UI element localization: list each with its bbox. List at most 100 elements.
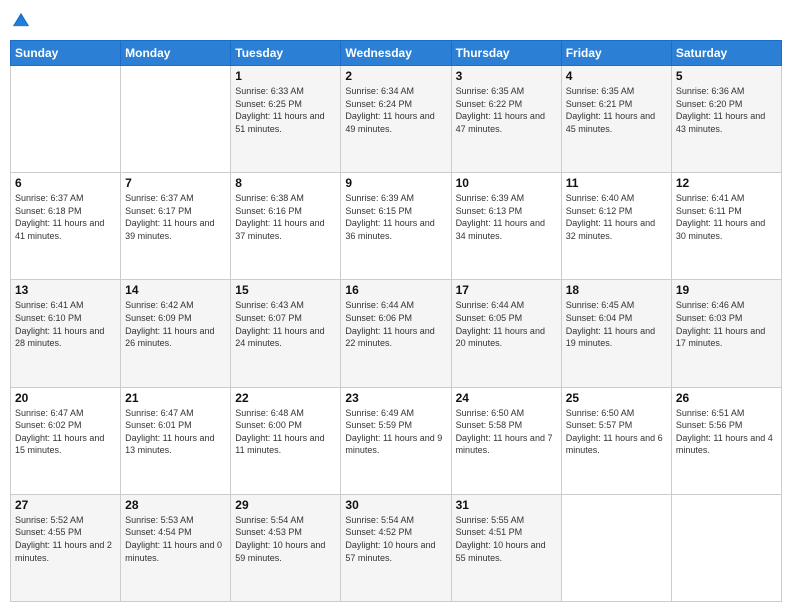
calendar-cell: 2Sunrise: 6:34 AM Sunset: 6:24 PM Daylig… <box>341 66 451 173</box>
day-info: Sunrise: 6:41 AM Sunset: 6:11 PM Dayligh… <box>676 192 777 242</box>
week-row-1: 1Sunrise: 6:33 AM Sunset: 6:25 PM Daylig… <box>11 66 782 173</box>
calendar-cell: 15 Sunrise: 6:43 AM Sunset: 6:07 PM Dayli… <box>231 280 341 387</box>
day-number: 25 <box>566 391 667 405</box>
day-number: 28 <box>125 498 226 512</box>
calendar-cell: 14Sunrise: 6:42 AM Sunset: 6:09 PM Dayli… <box>121 280 231 387</box>
weekday-header-tuesday: Tuesday <box>231 41 341 66</box>
day-number: 18 <box>566 283 667 297</box>
day-number: 6 <box>15 176 116 190</box>
day-info: Sunrise: 6:47 AM Sunset: 6:02 PM Dayligh… <box>15 407 116 457</box>
weekday-header-monday: Monday <box>121 41 231 66</box>
day-info: Sunrise: 5:54 AM Sunset: 4:53 PM Dayligh… <box>235 514 336 564</box>
day-info: Sunrise: 6:35 AM Sunset: 6:21 PM Dayligh… <box>566 85 667 135</box>
day-info: Sunrise: 5:55 AM Sunset: 4:51 PM Dayligh… <box>456 514 557 564</box>
weekday-header-thursday: Thursday <box>451 41 561 66</box>
day-info: Sunrise: 6:39 AM Sunset: 6:15 PM Dayligh… <box>345 192 446 242</box>
calendar-cell: 29 Sunrise: 5:54 AM Sunset: 4:53 PM Dayli… <box>231 494 341 601</box>
calendar-table: SundayMondayTuesdayWednesdayThursdayFrid… <box>10 40 782 602</box>
day-number: 7 <box>125 176 226 190</box>
day-info: Sunrise: 5:54 AM Sunset: 4:52 PM Dayligh… <box>345 514 446 564</box>
calendar-cell: 31 Sunrise: 5:55 AM Sunset: 4:51 PM Dayli… <box>451 494 561 601</box>
calendar-cell: 26 Sunrise: 6:51 AM Sunset: 5:56 PM Dayli… <box>671 387 781 494</box>
calendar-cell: 16Sunrise: 6:44 AM Sunset: 6:06 PM Dayli… <box>341 280 451 387</box>
calendar-cell: 7Sunrise: 6:37 AM Sunset: 6:17 PM Daylig… <box>121 173 231 280</box>
day-number: 23 <box>345 391 446 405</box>
day-info: Sunrise: 6:47 AM Sunset: 6:01 PM Dayligh… <box>125 407 226 457</box>
day-number: 5 <box>676 69 777 83</box>
day-number: 17 <box>456 283 557 297</box>
calendar-cell: 1Sunrise: 6:33 AM Sunset: 6:25 PM Daylig… <box>231 66 341 173</box>
week-row-3: 13 Sunrise: 6:41 AM Sunset: 6:10 PM Dayli… <box>11 280 782 387</box>
day-number: 1 <box>235 69 336 83</box>
week-row-2: 6 Sunrise: 6:37 AM Sunset: 6:18 PM Daylig… <box>11 173 782 280</box>
weekday-header-sunday: Sunday <box>11 41 121 66</box>
day-info: Sunrise: 6:41 AM Sunset: 6:10 PM Dayligh… <box>15 299 116 349</box>
calendar-cell: 19Sunrise: 6:46 AM Sunset: 6:03 PM Dayli… <box>671 280 781 387</box>
calendar-cell: 20 Sunrise: 6:47 AM Sunset: 6:02 PM Dayli… <box>11 387 121 494</box>
day-number: 12 <box>676 176 777 190</box>
calendar-cell: 17Sunrise: 6:44 AM Sunset: 6:05 PM Dayli… <box>451 280 561 387</box>
day-number: 31 <box>456 498 557 512</box>
calendar-cell <box>561 494 671 601</box>
day-number: 30 <box>345 498 446 512</box>
day-info: Sunrise: 5:52 AM Sunset: 4:55 PM Dayligh… <box>15 514 116 564</box>
day-info: Sunrise: 6:50 AM Sunset: 5:57 PM Dayligh… <box>566 407 667 457</box>
day-info: Sunrise: 6:43 AM Sunset: 6:07 PM Dayligh… <box>235 299 336 349</box>
calendar-cell <box>11 66 121 173</box>
calendar-cell: 22 Sunrise: 6:48 AM Sunset: 6:00 PM Dayli… <box>231 387 341 494</box>
calendar-cell: 13 Sunrise: 6:41 AM Sunset: 6:10 PM Dayli… <box>11 280 121 387</box>
day-number: 22 <box>235 391 336 405</box>
day-info: Sunrise: 6:49 AM Sunset: 5:59 PM Dayligh… <box>345 407 446 457</box>
weekday-header-row: SundayMondayTuesdayWednesdayThursdayFrid… <box>11 41 782 66</box>
week-row-4: 20 Sunrise: 6:47 AM Sunset: 6:02 PM Dayli… <box>11 387 782 494</box>
calendar-cell: 3 Sunrise: 6:35 AM Sunset: 6:22 PM Daylig… <box>451 66 561 173</box>
calendar-cell <box>671 494 781 601</box>
logo-icon <box>10 10 32 32</box>
calendar-cell: 4 Sunrise: 6:35 AM Sunset: 6:21 PM Daylig… <box>561 66 671 173</box>
weekday-header-wednesday: Wednesday <box>341 41 451 66</box>
calendar-cell: 12 Sunrise: 6:41 AM Sunset: 6:11 PM Dayli… <box>671 173 781 280</box>
week-row-5: 27 Sunrise: 5:52 AM Sunset: 4:55 PM Dayli… <box>11 494 782 601</box>
day-number: 2 <box>345 69 446 83</box>
page: SundayMondayTuesdayWednesdayThursdayFrid… <box>0 0 792 612</box>
day-number: 13 <box>15 283 116 297</box>
day-number: 29 <box>235 498 336 512</box>
calendar-cell: 5Sunrise: 6:36 AM Sunset: 6:20 PM Daylig… <box>671 66 781 173</box>
calendar-cell: 28Sunrise: 5:53 AM Sunset: 4:54 PM Dayli… <box>121 494 231 601</box>
day-info: Sunrise: 6:45 AM Sunset: 6:04 PM Dayligh… <box>566 299 667 349</box>
day-info: Sunrise: 6:50 AM Sunset: 5:58 PM Dayligh… <box>456 407 557 457</box>
calendar-cell: 8 Sunrise: 6:38 AM Sunset: 6:16 PM Daylig… <box>231 173 341 280</box>
day-info: Sunrise: 6:39 AM Sunset: 6:13 PM Dayligh… <box>456 192 557 242</box>
day-number: 24 <box>456 391 557 405</box>
day-number: 11 <box>566 176 667 190</box>
day-info: Sunrise: 6:51 AM Sunset: 5:56 PM Dayligh… <box>676 407 777 457</box>
day-number: 10 <box>456 176 557 190</box>
day-number: 20 <box>15 391 116 405</box>
day-number: 14 <box>125 283 226 297</box>
day-number: 27 <box>15 498 116 512</box>
header <box>10 10 782 32</box>
calendar-cell: 18 Sunrise: 6:45 AM Sunset: 6:04 PM Dayli… <box>561 280 671 387</box>
day-info: Sunrise: 6:38 AM Sunset: 6:16 PM Dayligh… <box>235 192 336 242</box>
day-info: Sunrise: 6:46 AM Sunset: 6:03 PM Dayligh… <box>676 299 777 349</box>
calendar-cell: 30 Sunrise: 5:54 AM Sunset: 4:52 PM Dayli… <box>341 494 451 601</box>
calendar-cell: 27 Sunrise: 5:52 AM Sunset: 4:55 PM Dayli… <box>11 494 121 601</box>
day-number: 9 <box>345 176 446 190</box>
calendar-cell: 23 Sunrise: 6:49 AM Sunset: 5:59 PM Dayli… <box>341 387 451 494</box>
day-number: 3 <box>456 69 557 83</box>
day-info: Sunrise: 6:35 AM Sunset: 6:22 PM Dayligh… <box>456 85 557 135</box>
calendar-cell: 11 Sunrise: 6:40 AM Sunset: 6:12 PM Dayli… <box>561 173 671 280</box>
day-number: 8 <box>235 176 336 190</box>
calendar-cell <box>121 66 231 173</box>
day-number: 26 <box>676 391 777 405</box>
day-number: 16 <box>345 283 446 297</box>
weekday-header-saturday: Saturday <box>671 41 781 66</box>
day-info: Sunrise: 6:37 AM Sunset: 6:18 PM Dayligh… <box>15 192 116 242</box>
day-number: 15 <box>235 283 336 297</box>
calendar-cell: 25 Sunrise: 6:50 AM Sunset: 5:57 PM Dayli… <box>561 387 671 494</box>
day-number: 4 <box>566 69 667 83</box>
calendar-cell: 21 Sunrise: 6:47 AM Sunset: 6:01 PM Dayli… <box>121 387 231 494</box>
day-number: 21 <box>125 391 226 405</box>
day-info: Sunrise: 6:40 AM Sunset: 6:12 PM Dayligh… <box>566 192 667 242</box>
day-info: Sunrise: 6:48 AM Sunset: 6:00 PM Dayligh… <box>235 407 336 457</box>
